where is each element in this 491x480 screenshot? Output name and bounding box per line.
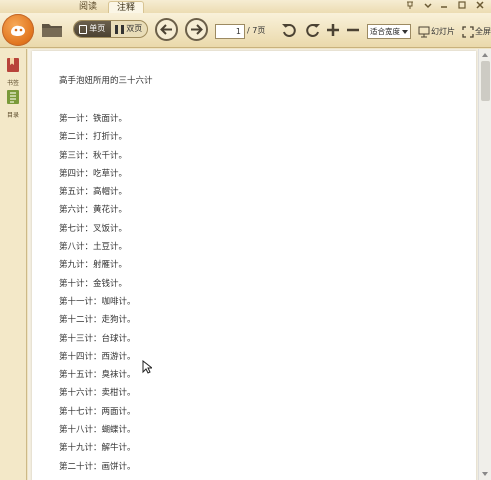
double-page-button[interactable]: 双页 xyxy=(111,21,148,37)
sidebar-item-label: 目录 xyxy=(6,112,19,119)
app-logo[interactable] xyxy=(2,14,34,46)
document-viewer[interactable]: 高手泡妞所用的三十六计 第一计：铁面计。 第二计：打折计。 第三计：秋千计。 第… xyxy=(28,49,478,480)
slideshow-icon[interactable] xyxy=(418,23,430,38)
close-icon[interactable] xyxy=(473,0,487,14)
page-number-input[interactable]: 1 xyxy=(215,24,245,39)
menu-icon[interactable] xyxy=(421,0,435,14)
mouse-cursor-icon xyxy=(142,360,152,374)
list-item: 第三计：秋千计。 xyxy=(59,150,128,161)
list-item: 第十计：金钱计。 xyxy=(59,278,128,289)
list-item: 第十三计：台球计。 xyxy=(59,333,136,344)
list-item: 第一计：铁面计。 xyxy=(59,114,128,124)
document-page: 高手泡妞所用的三十六计 第一计：铁面计。 第二计：打折计。 第三计：秋千计。 第… xyxy=(32,51,476,480)
single-page-label: 单页 xyxy=(89,24,106,33)
list-item: 第九计：射雁计。 xyxy=(59,260,128,271)
zoom-mode-value: 适合宽度 xyxy=(370,27,400,36)
document-list: 第一计：铁面计。 第二计：打折计。 第三计：秋千计。 第四计：吃草计。 第五计：… xyxy=(59,113,136,479)
minimize-icon[interactable] xyxy=(437,0,451,14)
rotate-left-icon[interactable] xyxy=(281,22,297,38)
zoom-mode-select[interactable]: 适合宽度 xyxy=(367,24,411,39)
pin-icon[interactable] xyxy=(403,0,417,14)
list-item: 第十七计：两面计。 xyxy=(59,406,136,417)
list-item: 第八计：土豆计。 xyxy=(59,242,128,253)
bookmark-icon xyxy=(7,58,19,72)
maximize-icon[interactable] xyxy=(455,0,469,14)
sidebar-item-toc[interactable]: 目录 xyxy=(2,89,24,119)
list-item: 第十五计：臭袜计。 xyxy=(59,370,136,381)
fullscreen-icon[interactable] xyxy=(462,23,474,38)
title-bar: 阅读 注释 xyxy=(0,0,491,13)
next-page-button[interactable] xyxy=(185,18,208,41)
double-page-icon xyxy=(115,24,125,34)
list-item: 第二十计：画饼计。 xyxy=(59,461,136,472)
fullscreen-label[interactable]: 全屏 xyxy=(475,26,491,37)
list-item: 第六计：黄花计。 xyxy=(59,205,128,216)
toolbar: 单页 双页 1 / 7页 适合宽度 幻灯片 全屏 xyxy=(0,13,491,48)
list-item: 第十四计：西游计。 xyxy=(59,351,136,362)
arrow-left-icon xyxy=(160,24,172,35)
tab-annotate[interactable]: 注释 xyxy=(108,1,144,13)
prev-page-button[interactable] xyxy=(155,18,178,41)
toc-icon xyxy=(7,90,19,104)
tab-read[interactable]: 阅读 xyxy=(70,1,106,13)
scrollbar-thumb[interactable] xyxy=(481,61,490,101)
zoom-in-icon[interactable] xyxy=(325,22,341,38)
sidebar-item-bookmarks[interactable]: 书签 xyxy=(2,57,24,87)
sidebar-item-label: 书签 xyxy=(6,80,19,87)
arrow-right-icon xyxy=(191,24,203,35)
slideshow-label[interactable]: 幻灯片 xyxy=(431,26,455,37)
page-total: / 7页 xyxy=(247,26,266,35)
list-item: 第二计：打折计。 xyxy=(59,132,128,143)
list-item: 第十二计：走狗计。 xyxy=(59,315,136,326)
list-item: 第四计：吃草计。 xyxy=(59,168,128,179)
list-item: 第十一计：咖啡计。 xyxy=(59,296,136,307)
list-item: 第五计：高帽计。 xyxy=(59,187,128,198)
open-folder-icon[interactable] xyxy=(41,21,63,38)
single-page-button[interactable]: 单页 xyxy=(74,21,111,37)
list-item: 第十九计：解牛计。 xyxy=(59,443,136,454)
chevron-down-icon xyxy=(402,30,408,34)
document-title: 高手泡妞所用的三十六计 xyxy=(59,76,153,86)
rotate-right-icon[interactable] xyxy=(305,22,321,38)
zoom-out-icon[interactable] xyxy=(345,22,361,38)
list-item: 第七计：叉饭计。 xyxy=(59,223,128,234)
vertical-scrollbar[interactable] xyxy=(478,49,491,480)
sidebar: 书签 目录 xyxy=(0,49,27,480)
double-page-label: 双页 xyxy=(126,24,143,33)
list-item: 第十八计：蝴蝶计。 xyxy=(59,425,136,436)
page-mode-toggle: 单页 双页 xyxy=(73,20,148,38)
scroll-up-icon[interactable] xyxy=(482,53,488,57)
single-page-icon xyxy=(79,24,88,34)
scroll-down-icon[interactable] xyxy=(482,472,488,476)
list-item: 第十六计：卖柑计。 xyxy=(59,388,136,399)
